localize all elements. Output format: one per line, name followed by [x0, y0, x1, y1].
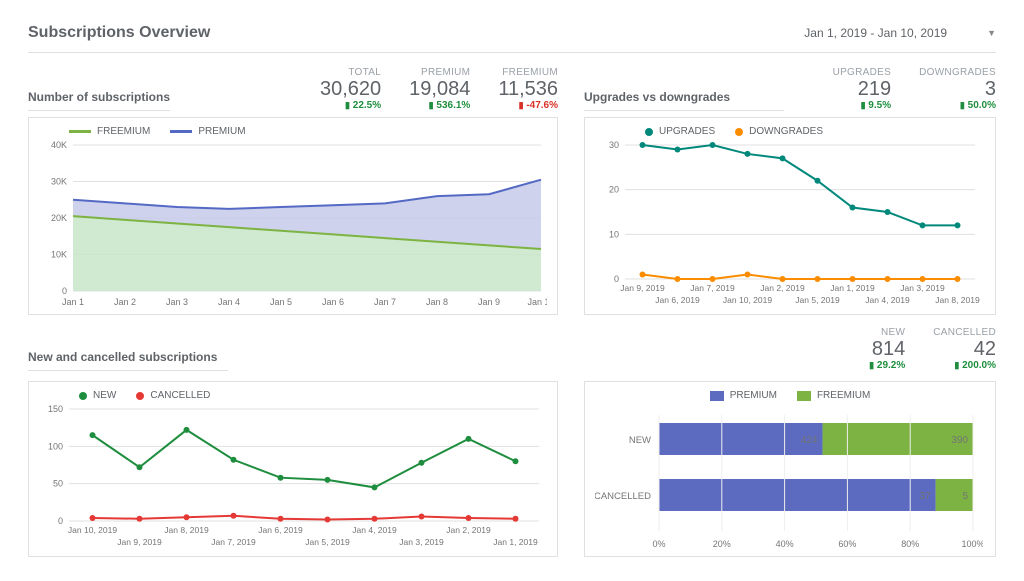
arrow-up-icon: ▮ [345, 100, 350, 110]
svg-text:390: 390 [951, 435, 968, 446]
svg-text:0: 0 [62, 286, 67, 296]
svg-text:0: 0 [58, 516, 63, 526]
chart-newcancel-bar: PREMIUM FREEMIUM NEW424390CANCELLED3750%… [584, 381, 996, 557]
svg-text:Jan 10: Jan 10 [527, 297, 547, 307]
svg-text:424: 424 [801, 435, 818, 446]
svg-text:20K: 20K [51, 213, 67, 223]
arrow-up-icon: ▮ [960, 100, 965, 110]
chart-svg: 0 10 20 30 Jan 9, 2019 Jan 6, 2019 Jan 7, 2019… [595, 141, 983, 309]
kpi-total: TOTAL 30,620 ▮ 22.5% [320, 67, 381, 111]
svg-text:Jan 2: Jan 2 [114, 297, 136, 307]
chart-updown-line: UPGRADES DOWNGRADES 0102030Jan 9, 2019Ja… [584, 117, 996, 315]
svg-text:0%: 0% [652, 539, 665, 549]
svg-text:20: 20 [609, 185, 619, 195]
section-title-newcancel: New and cancelled subscriptions [28, 350, 228, 371]
svg-text:0: 0 [614, 274, 619, 284]
svg-text:Jan 7, 2019: Jan 7, 2019 [211, 537, 256, 547]
svg-text:Jan 3: Jan 3 [166, 297, 188, 307]
svg-text:40K: 40K [51, 141, 67, 150]
svg-text:Jan 3, 2019: Jan 3, 2019 [900, 283, 945, 293]
section-subscriptions: Number of subscriptions TOTAL 30,620 ▮ 2… [28, 67, 558, 315]
svg-text:Jan 5, 2019: Jan 5, 2019 [795, 295, 840, 305]
svg-text:Jan 4, 2019: Jan 4, 2019 [865, 295, 910, 305]
section-title-subs: Number of subscriptions [28, 90, 170, 111]
date-range-text: Jan 1, 2019 - Jan 10, 2019 [804, 26, 947, 40]
svg-text:Jan 6: Jan 6 [322, 297, 344, 307]
chart-svg: 0 10K 20K 30K 40K Jan 1 Jan 2 Jan 3 Jan 4 Jan 5 Ja… [39, 141, 547, 309]
svg-text:Jan 9: Jan 9 [478, 297, 500, 307]
arrow-up-icon: ▮ [954, 360, 959, 370]
svg-text:150: 150 [48, 405, 63, 414]
svg-text:Jan 2, 2019: Jan 2, 2019 [446, 525, 491, 535]
svg-text:Jan 9, 2019: Jan 9, 2019 [117, 537, 162, 547]
svg-text:Jan 10, 2019: Jan 10, 2019 [68, 525, 117, 535]
svg-text:Jan 4, 2019: Jan 4, 2019 [352, 525, 397, 535]
chart-newcancel-line: NEW CANCELLED 050100150Jan 10, 2019Jan 9… [28, 381, 558, 557]
page-title: Subscriptions Overview [28, 24, 210, 42]
svg-text:30: 30 [609, 141, 619, 150]
svg-text:Jan 6, 2019: Jan 6, 2019 [258, 525, 303, 535]
svg-text:Jan 2, 2019: Jan 2, 2019 [760, 283, 805, 293]
svg-text:Jan 5, 2019: Jan 5, 2019 [305, 537, 350, 547]
svg-text:10: 10 [609, 229, 619, 239]
svg-text:50: 50 [53, 479, 63, 489]
svg-text:Jan 1, 2019: Jan 1, 2019 [493, 537, 538, 547]
svg-text:Jan 1, 2019: Jan 1, 2019 [830, 283, 875, 293]
chart-subscriptions-area: FREEMIUM PREMIUM 010K20K30K40KJan 1Jan 2… [28, 117, 558, 315]
svg-text:Jan 4: Jan 4 [218, 297, 240, 307]
svg-text:Jan 6, 2019: Jan 6, 2019 [655, 295, 700, 305]
date-range-picker[interactable]: Jan 1, 2019 - Jan 10, 2019 ▼ [804, 26, 996, 40]
kpi-upgrades: UPGRADES 219 ▮ 9.5% [833, 67, 892, 111]
svg-text:60%: 60% [838, 539, 856, 549]
arrow-up-icon: ▮ [869, 360, 874, 370]
svg-text:37: 37 [919, 491, 931, 502]
divider [28, 52, 996, 53]
svg-text:Jan 8, 2019: Jan 8, 2019 [164, 525, 209, 535]
svg-text:Jan 5: Jan 5 [270, 297, 292, 307]
svg-text:40%: 40% [776, 539, 794, 549]
svg-text:Jan 8: Jan 8 [426, 297, 448, 307]
arrow-down-icon: ▮ [519, 100, 524, 110]
svg-text:Jan 8, 2019: Jan 8, 2019 [935, 295, 980, 305]
arrow-up-icon: ▮ [861, 100, 866, 110]
kpi-freemium: FREEMIUM 11,536 ▮ -47.6% [498, 67, 558, 111]
svg-text:30K: 30K [51, 177, 67, 187]
svg-text:100: 100 [48, 441, 63, 451]
svg-text:80%: 80% [901, 539, 919, 549]
header-row: Subscriptions Overview Jan 1, 2019 - Jan… [28, 24, 996, 42]
svg-text:Jan 7: Jan 7 [374, 297, 396, 307]
svg-text:20%: 20% [713, 539, 731, 549]
svg-text:10K: 10K [51, 250, 67, 260]
svg-text:100%: 100% [961, 539, 983, 549]
svg-text:Jan 1: Jan 1 [62, 297, 84, 307]
svg-text:Jan 7, 2019: Jan 7, 2019 [690, 283, 735, 293]
kpi-downgrades: DOWNGRADES 3 ▮ 50.0% [919, 67, 996, 111]
kpi-new: NEW 814 ▮ 29.2% [869, 327, 905, 371]
svg-text:Jan 10, 2019: Jan 10, 2019 [723, 295, 772, 305]
kpi-cancelled: CANCELLED 42 ▮ 200.0% [933, 327, 996, 371]
chart-svg: NEW 424 390 CANCELLED 37 5 0% 20% 40% 60% 80% 100% [595, 405, 983, 551]
chevron-down-icon: ▼ [987, 28, 996, 38]
arrow-up-icon: ▮ [429, 100, 434, 110]
svg-text:5: 5 [962, 491, 968, 502]
svg-text:Jan 9, 2019: Jan 9, 2019 [620, 283, 665, 293]
chart-svg: 0 50 100 150 Jan 10, 2019Jan 9, 2019Jan 8, 2… [39, 405, 547, 551]
svg-text:Jan 3, 2019: Jan 3, 2019 [399, 537, 444, 547]
section-updown: Upgrades vs downgrades UPGRADES 219 ▮ 9.… [584, 67, 996, 315]
kpi-premium: PREMIUM 19,084 ▮ 536.1% [409, 67, 470, 111]
section-title-updown: Upgrades vs downgrades [584, 90, 784, 111]
svg-text:NEW: NEW [629, 435, 651, 446]
svg-text:CANCELLED: CANCELLED [595, 491, 651, 502]
